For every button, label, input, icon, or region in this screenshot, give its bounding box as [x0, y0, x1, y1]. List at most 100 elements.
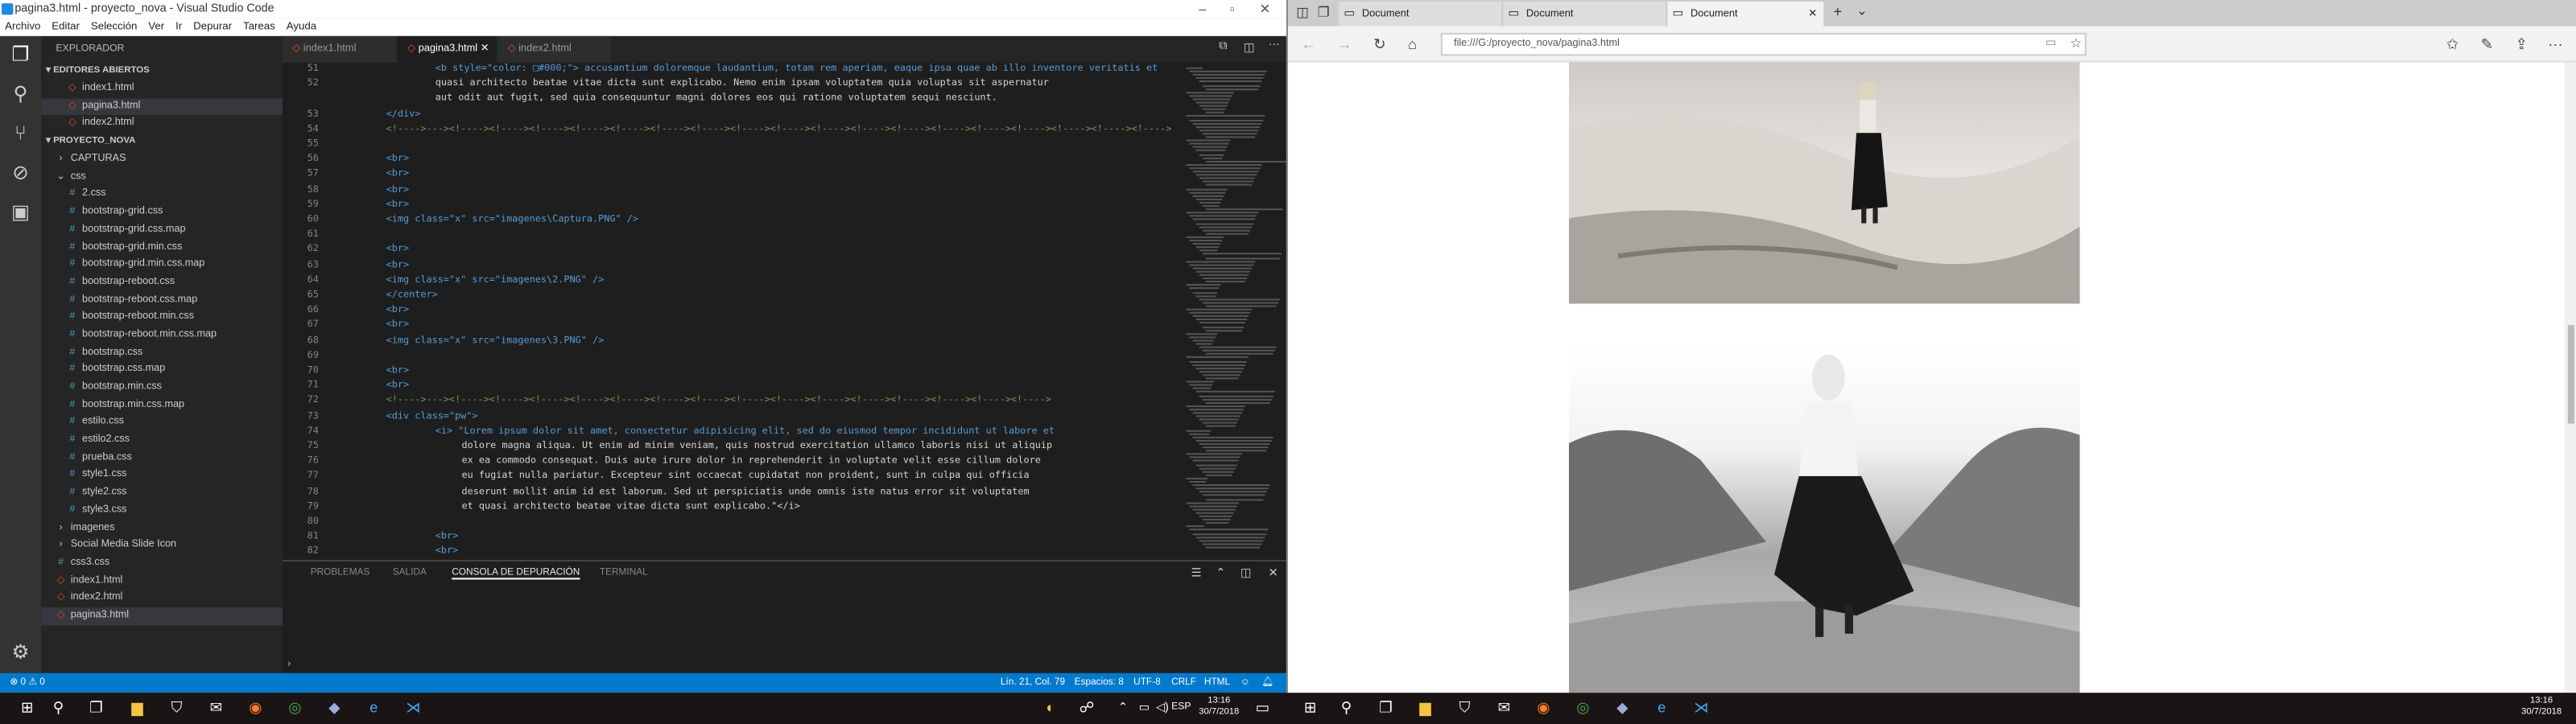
- search-icon[interactable]: ⚲: [47, 697, 69, 719]
- settings-gear-icon[interactable]: ⚙: [8, 640, 33, 665]
- tab-index2[interactable]: ◇ index2.html: [497, 35, 612, 63]
- people-icon[interactable]: ☍: [1076, 697, 1098, 719]
- tree-item[interactable]: # bootstrap-grid.css: [41, 204, 283, 221]
- project-section[interactable]: ▾ PROYECTO_NOVA: [41, 133, 283, 150]
- files-icon[interactable]: ❐: [8, 43, 33, 68]
- tree-item[interactable]: # bootstrap.css: [41, 344, 283, 362]
- scrollbar-thumb[interactable]: [2567, 325, 2574, 424]
- minimize-icon[interactable]: –: [1186, 0, 1219, 18]
- reading-view-icon[interactable]: ▭: [2046, 35, 2057, 54]
- edge-icon[interactable]: e: [363, 697, 385, 719]
- menu-archivo[interactable]: Archivo: [5, 22, 40, 33]
- errors-count[interactable]: ⊗ 0 ⚠ 0: [10, 673, 45, 693]
- menu-ir[interactable]: Ir: [175, 22, 182, 33]
- tree-item[interactable]: # bootstrap-grid.min.css.map: [41, 257, 283, 274]
- panel-tab-output[interactable]: SALIDA: [393, 568, 427, 578]
- refresh-icon[interactable]: ↻: [1373, 33, 1385, 56]
- vscode-taskbar-icon[interactable]: ⋊: [1690, 697, 1712, 719]
- close-icon[interactable]: ✕: [1249, 0, 1282, 18]
- tree-item[interactable]: # bootstrap-reboot.min.css.map: [41, 327, 283, 344]
- language-mode[interactable]: HTML: [1204, 673, 1230, 693]
- input-language[interactable]: ESP: [1171, 702, 1191, 712]
- tree-item[interactable]: # prueba.css: [41, 450, 283, 467]
- tab-index1[interactable]: ◇ index1.html: [283, 35, 396, 63]
- tree-item[interactable]: ◇ index1.html: [41, 572, 283, 590]
- task-view-icon[interactable]: ❐: [1375, 697, 1397, 719]
- start-windows-icon[interactable]: ⊞: [1299, 697, 1321, 719]
- tree-item[interactable]: › Social Media Slide Icon: [41, 537, 283, 555]
- tree-item[interactable]: ◇ pagina3.html: [41, 607, 283, 625]
- clock[interactable]: 13:16 30/7/2018: [2513, 696, 2569, 719]
- favorites-hub-icon[interactable]: ✩: [2446, 33, 2458, 56]
- open-editors-section[interactable]: ▾ EDITORES ABIERTOS: [41, 63, 283, 80]
- web-note-icon[interactable]: ✎: [2481, 33, 2493, 56]
- page-scrollbar[interactable]: [2564, 62, 2576, 693]
- browser-tab[interactable]: ▭ Document: [1339, 2, 1502, 27]
- tree-item[interactable]: # style2.css: [41, 484, 283, 502]
- menu-ver[interactable]: Ver: [148, 22, 164, 33]
- clear-console-icon[interactable]: ☰: [1191, 566, 1202, 579]
- tree-item[interactable]: # bootstrap.css.map: [41, 362, 283, 380]
- firefox-icon[interactable]: ◉: [1533, 697, 1554, 719]
- tree-item[interactable]: # css3.css: [41, 555, 283, 573]
- extensions-icon[interactable]: ▣: [8, 200, 33, 225]
- toggle-panel-icon[interactable]: ◫: [1241, 566, 1252, 579]
- tree-item[interactable]: # bootstrap.min.css: [41, 379, 283, 397]
- action-center-icon[interactable]: ▭: [1252, 697, 1274, 719]
- tree-item[interactable]: # bootstrap-grid.min.css: [41, 239, 283, 257]
- open-editor-item[interactable]: ◇ index1.html: [41, 80, 283, 98]
- tabs-aside-icon[interactable]: ❐: [1318, 5, 1330, 19]
- browser-tab[interactable]: ▭ Document: [1503, 2, 1666, 27]
- tree-item[interactable]: ⌄ css: [41, 169, 283, 187]
- task-view-icon[interactable]: ❐: [85, 697, 107, 719]
- more-menu-icon[interactable]: ···: [2548, 33, 2562, 56]
- tree-item[interactable]: # bootstrap-reboot.css: [41, 274, 283, 292]
- maximize-icon[interactable]: ▫: [1216, 0, 1249, 18]
- tree-item[interactable]: # bootstrap-reboot.min.css: [41, 309, 283, 327]
- open-editor-item[interactable]: ◇ index2.html: [41, 116, 283, 134]
- tree-item[interactable]: # estilo.css: [41, 414, 283, 432]
- debug-icon[interactable]: ⊘: [8, 161, 33, 186]
- home-icon[interactable]: ⌂: [1408, 33, 1417, 56]
- close-panel-icon[interactable]: ✕: [1268, 566, 1278, 579]
- search-icon[interactable]: ⚲: [1335, 697, 1357, 719]
- volume-icon[interactable]: ◁): [1152, 697, 1174, 719]
- indent-setting[interactable]: Espacios: 8: [1075, 673, 1124, 693]
- line-ending[interactable]: CRLF: [1171, 673, 1196, 693]
- tree-item[interactable]: › imagenes: [41, 520, 283, 537]
- split-editor-icon[interactable]: ◫: [1244, 41, 1255, 54]
- close-tab-icon[interactable]: ✕: [481, 43, 489, 54]
- maximize-panel-icon[interactable]: ⌃: [1216, 566, 1225, 579]
- start-windows-icon[interactable]: ⊞: [16, 697, 38, 719]
- encoding[interactable]: UTF-8: [1133, 673, 1161, 693]
- code-editor[interactable]: 51 <b style="color: □#000;"> accusantium …: [283, 62, 1286, 560]
- cursor-position[interactable]: Lín. 21, Col. 79: [1001, 673, 1065, 693]
- tree-item[interactable]: # style3.css: [41, 502, 283, 520]
- source-control-icon[interactable]: ⑂: [8, 121, 33, 146]
- browser-tab-active[interactable]: ▭ Document ✕: [1667, 2, 1824, 27]
- tree-item[interactable]: #2.css: [41, 187, 283, 204]
- panel-tab-terminal[interactable]: TERMINAL: [600, 568, 648, 578]
- more-actions-icon[interactable]: ···: [1268, 39, 1279, 51]
- close-tab-icon[interactable]: ✕: [1808, 2, 1817, 27]
- tab-preview-icon[interactable]: ◫: [1296, 5, 1308, 19]
- mail-icon[interactable]: ✉: [205, 697, 227, 719]
- search-icon[interactable]: ⚲: [8, 82, 33, 107]
- menu-ayuda[interactable]: Ayuda: [287, 22, 316, 33]
- tree-item[interactable]: # estilo2.css: [41, 432, 283, 450]
- tab-list-chevron-icon[interactable]: ⌄: [1856, 3, 1868, 18]
- share-icon[interactable]: ⇪: [2515, 33, 2527, 56]
- store-icon[interactable]: ⛉: [166, 697, 188, 719]
- page-viewport[interactable]: [1287, 62, 2576, 693]
- url-field[interactable]: file:///G:/proyecto_nova/pagina3.html ▭ …: [1440, 32, 2087, 56]
- chrome-icon[interactable]: ◎: [284, 697, 306, 719]
- menu-editar[interactable]: Editar: [52, 22, 80, 33]
- tree-item[interactable]: # bootstrap-grid.css.map: [41, 221, 283, 239]
- new-tab-icon[interactable]: +: [1834, 3, 1843, 19]
- tab-pagina3[interactable]: ◇ pagina3.html ✕: [397, 35, 497, 63]
- menu-depurar[interactable]: Depurar: [193, 22, 232, 33]
- tree-item[interactable]: # bootstrap.min.css.map: [41, 397, 283, 414]
- tray-app-icon[interactable]: ◐: [1040, 697, 1062, 719]
- open-editor-item[interactable]: ◇ pagina3.html: [41, 97, 283, 116]
- app-icon[interactable]: ◆: [1612, 697, 1633, 719]
